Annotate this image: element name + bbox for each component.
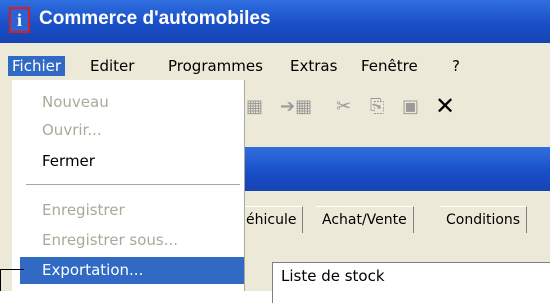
tab-conditions[interactable]: Conditions xyxy=(440,206,528,233)
menu-bar: Fichier Editer Programmes Extras Fenêtre… xyxy=(0,53,550,79)
menu-item-label: Enregistrer xyxy=(42,201,125,219)
menu-item-label: Ouvrir... xyxy=(42,121,102,139)
menu-separator xyxy=(26,184,240,185)
menu-item-nouveau[interactable]: Nouveau xyxy=(20,91,244,113)
menu-fichier[interactable]: Fichier xyxy=(8,56,66,76)
tab-vehicule[interactable]: éhicule xyxy=(240,206,304,233)
menu-item-exportation[interactable]: Exportation... xyxy=(20,257,244,284)
menu-help[interactable]: ? xyxy=(452,56,460,76)
stock-list-label: Liste de stock xyxy=(281,267,385,285)
menu-item-ouvrir[interactable]: Ouvrir... xyxy=(20,119,244,141)
title-bar[interactable]: i Commerce d'automobiles xyxy=(0,0,550,43)
menu-item-label: Exportation... xyxy=(42,261,144,279)
app-window: i Commerce d'automobiles Fichier Editer … xyxy=(0,0,550,303)
app-icon-glyph: i xyxy=(16,10,22,30)
file-menu-dropdown: Nouveau Ouvrir... Fermer Enregistrer Enr… xyxy=(12,80,245,291)
menu-item-label: Enregistrer sous... xyxy=(42,231,179,249)
menu-item-label: Nouveau xyxy=(42,93,109,111)
import-icon[interactable]: ➔▦ xyxy=(280,96,312,117)
callout-line xyxy=(0,269,24,270)
menu-extras[interactable]: Extras xyxy=(290,56,337,76)
tab-strip: éhicule Achat/Vente Conditions xyxy=(240,206,550,234)
cut-icon[interactable]: ✂ xyxy=(336,96,351,117)
menu-programmes[interactable]: Programmes xyxy=(168,56,263,76)
document-caption-bar xyxy=(240,147,550,191)
menu-item-enregistrer-sous[interactable]: Enregistrer sous... xyxy=(20,229,244,251)
menu-editer[interactable]: Editer xyxy=(90,56,134,76)
menu-fenetre[interactable]: Fenêtre xyxy=(361,56,418,76)
paste-icon[interactable]: ▣ xyxy=(402,96,419,117)
info-icon[interactable]: i xyxy=(9,7,30,33)
menu-item-label: Fermer xyxy=(42,152,95,170)
callout-line-vertical xyxy=(0,269,1,291)
stock-list-panel: Liste de stock xyxy=(272,262,550,303)
menu-item-enregistrer[interactable]: Enregistrer xyxy=(20,199,244,221)
save-as-icon[interactable]: ▦ xyxy=(246,96,263,117)
window-title: Commerce d'automobiles xyxy=(39,8,271,29)
delete-icon[interactable]: ✕ xyxy=(435,92,455,120)
tab-achat-vente[interactable]: Achat/Vente xyxy=(316,206,414,233)
copy-icon[interactable]: ⎘ xyxy=(370,96,384,117)
toolbar: ▦ ➔▦ ✂ ⎘ ▣ ✕ xyxy=(240,90,550,128)
menu-item-fermer[interactable]: Fermer xyxy=(20,150,244,172)
